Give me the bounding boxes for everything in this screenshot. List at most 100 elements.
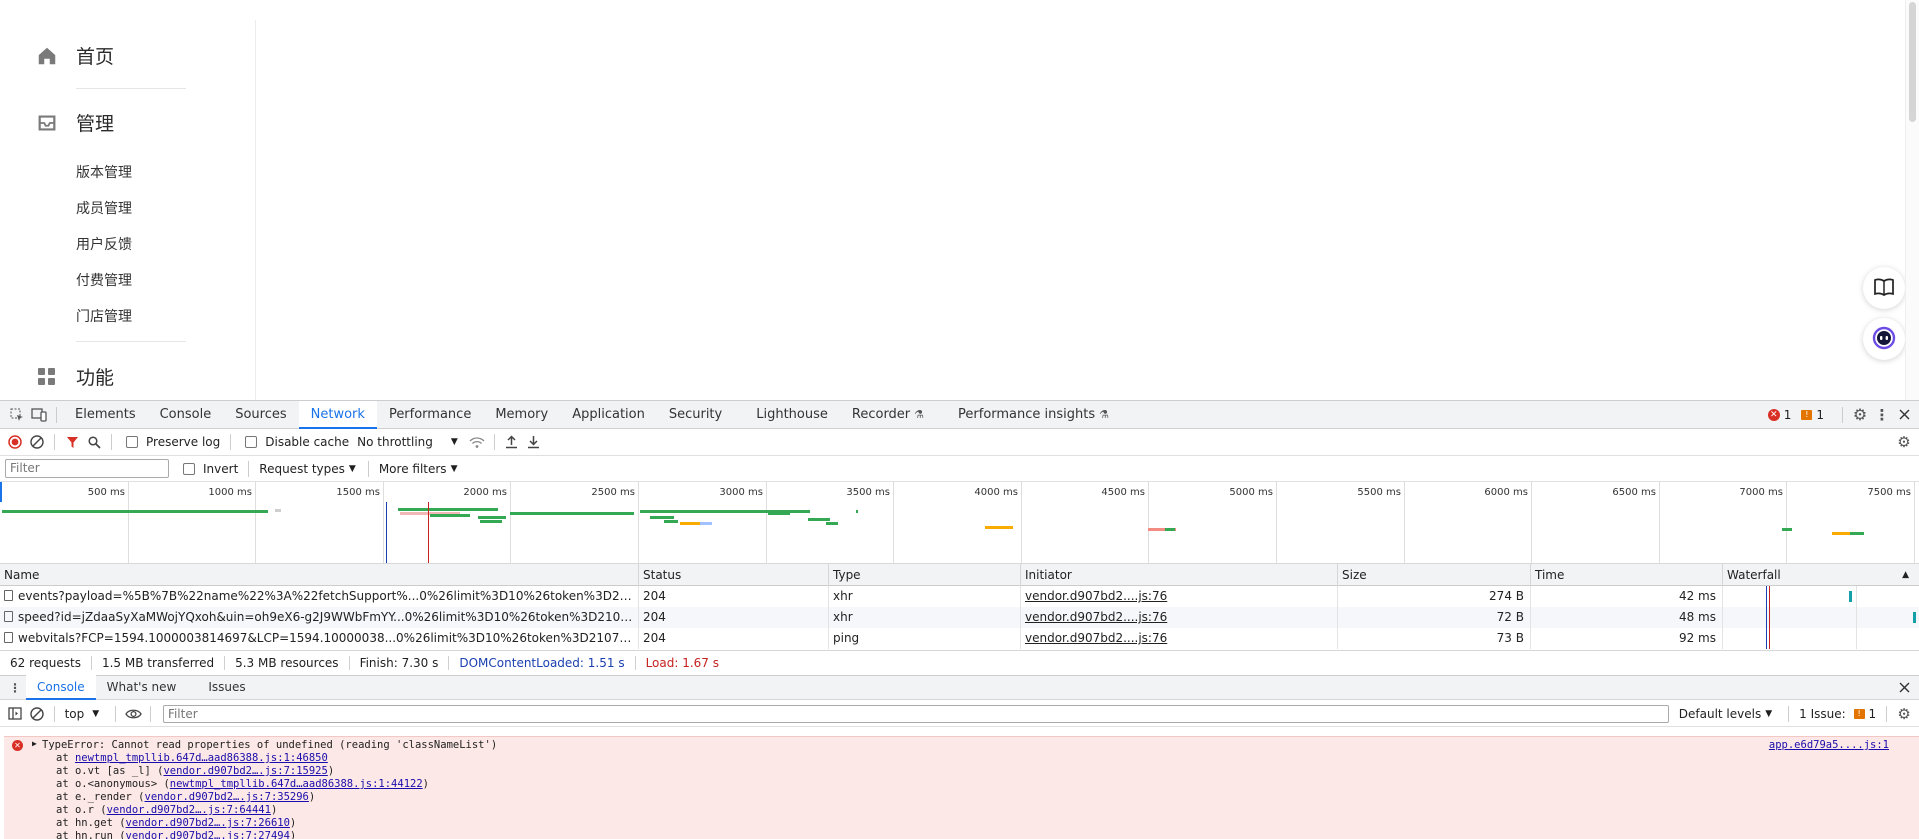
- expand-triangle-icon[interactable]: ▶: [32, 739, 37, 748]
- column-header-size[interactable]: Size: [1338, 564, 1531, 586]
- column-header-name[interactable]: Name: [0, 564, 639, 586]
- nav-item-features[interactable]: 功能: [36, 363, 114, 390]
- network-settings-gear-icon[interactable]: ⚙: [1893, 431, 1915, 453]
- tab-lighthouse[interactable]: Lighthouse: [744, 401, 840, 429]
- request-types-dropdown[interactable]: Request types: [259, 462, 345, 476]
- assistant-button[interactable]: [1863, 318, 1905, 360]
- stack-frame-prefix: at hn.get (: [56, 817, 126, 829]
- eye-icon[interactable]: [122, 703, 144, 725]
- network-filter-input[interactable]: Filter: [5, 459, 169, 478]
- stack-frame-link[interactable]: newtmpl_tmpllib.647d…aad86388.js:1:46850: [75, 752, 328, 764]
- record-stop-icon[interactable]: [4, 431, 26, 453]
- error-source-link[interactable]: app.e6d79a5....js:1: [1769, 739, 1889, 751]
- drawer-menu-icon[interactable]: ⋮: [4, 677, 26, 699]
- gear-icon[interactable]: ⚙: [1849, 404, 1871, 426]
- submenu-item-stores[interactable]: 门店管理: [76, 306, 132, 326]
- console-settings-gear-icon[interactable]: ⚙: [1893, 703, 1915, 725]
- tab-console[interactable]: Console: [148, 401, 224, 429]
- tab-memory[interactable]: Memory: [483, 401, 560, 429]
- stack-frame-link[interactable]: vendor.d907bd2….js:7:35296: [145, 791, 309, 803]
- app-page: 首页 管理 版本管理 成员管理 用户反馈 付费管理 门店管理 功能: [0, 0, 1919, 400]
- stack-frame: at o.r (vendor.d907bd2….js:7:64441): [56, 804, 277, 817]
- stack-frame-link[interactable]: vendor.d907bd2….js:7:64441: [107, 804, 271, 816]
- error-count[interactable]: 1: [1784, 408, 1792, 422]
- issues-count[interactable]: 1: [1869, 707, 1877, 721]
- download-icon[interactable]: [523, 431, 545, 453]
- console-filter-input[interactable]: Filter: [162, 704, 1669, 723]
- log-levels-dropdown[interactable]: Default levels: [1679, 707, 1761, 721]
- page-scrollbar[interactable]: [1905, 0, 1919, 400]
- chevron-down-icon: ▼: [92, 708, 100, 719]
- page-scrollbar-thumb[interactable]: [1909, 2, 1916, 122]
- throttling-select[interactable]: No throttling: [357, 435, 433, 449]
- warning-count[interactable]: 1: [1816, 408, 1824, 422]
- console-error-message[interactable]: ✕ ▶ TypeError: Cannot read properties of…: [4, 736, 1919, 839]
- upload-icon[interactable]: [501, 431, 523, 453]
- stack-frame-link[interactable]: vendor.d907bd2….js:7:27494: [126, 830, 290, 839]
- tab-elements[interactable]: Elements: [63, 401, 148, 429]
- tab-application[interactable]: Application: [560, 401, 657, 429]
- drawer-tab-console[interactable]: Console: [26, 675, 96, 700]
- table-row[interactable]: speed?id=jZdaaSyXaMWojYQxoh&uin=oh9eX6-g…: [0, 607, 1919, 628]
- kebab-menu-icon[interactable]: ⋮: [1871, 404, 1893, 426]
- stack-frame-suffix: ): [308, 791, 316, 803]
- tab-performance[interactable]: Performance: [377, 401, 483, 429]
- submenu-item-feedback[interactable]: 用户反馈: [76, 234, 132, 254]
- invert-checkbox[interactable]: [183, 462, 195, 475]
- timeline-request-bar: [985, 526, 1013, 529]
- network-conditions-icon[interactable]: [466, 431, 488, 453]
- submenu-item-members[interactable]: 成员管理: [76, 198, 132, 218]
- stack-frame-link[interactable]: newtmpl_tmpllib.647d…aad86388.js:1:44122: [170, 778, 423, 790]
- inspect-element-icon[interactable]: [6, 404, 28, 426]
- preserve-log-checkbox[interactable]: [126, 436, 138, 448]
- tab-network[interactable]: Network: [298, 400, 377, 429]
- tab-sources[interactable]: Sources: [223, 401, 298, 429]
- timeline-gridline: [766, 482, 767, 563]
- table-row[interactable]: events?payload=%5B%7B%22name%22%3A%22fet…: [0, 586, 1919, 607]
- context-selector[interactable]: top: [65, 707, 85, 721]
- column-header-initiator[interactable]: Initiator: [1021, 564, 1338, 586]
- filter-funnel-icon[interactable]: [61, 431, 83, 453]
- waterfall-cell: [1723, 628, 1919, 649]
- size-cell: 72 B: [1338, 607, 1531, 628]
- initiator-link[interactable]: vendor.d907bd2....js:76: [1021, 628, 1338, 649]
- divider: [76, 88, 186, 89]
- nav-item-manage[interactable]: 管理: [36, 109, 114, 136]
- table-row[interactable]: webvitals?FCP=1594.1000003814697&LCP=159…: [0, 628, 1919, 649]
- tab-security[interactable]: Security: [657, 401, 734, 429]
- sidebar-toggle-icon[interactable]: [4, 703, 26, 725]
- close-icon[interactable]: [1893, 404, 1915, 426]
- submenu-item-payment[interactable]: 付费管理: [76, 270, 132, 290]
- clear-icon[interactable]: [26, 431, 48, 453]
- initiator-link[interactable]: vendor.d907bd2....js:76: [1021, 607, 1338, 628]
- nav-item-home[interactable]: 首页: [36, 42, 114, 69]
- search-icon[interactable]: [83, 431, 105, 453]
- column-header-waterfall[interactable]: Waterfall ▲: [1723, 564, 1919, 586]
- network-overview-timeline[interactable]: 500 ms 1000 ms 1500 ms 2000 ms 2500 ms 3000 m…: [0, 482, 1919, 564]
- clear-console-icon[interactable]: [26, 703, 48, 725]
- column-header-status[interactable]: Status: [639, 564, 829, 586]
- stack-frame-link[interactable]: vendor.d907bd2….js:7:26610: [126, 817, 290, 829]
- disable-cache-checkbox[interactable]: [245, 436, 258, 448]
- initiator-link[interactable]: vendor.d907bd2....js:76: [1021, 586, 1338, 607]
- timeline-request-bar: [1850, 532, 1864, 535]
- column-header-type[interactable]: Type: [829, 564, 1021, 586]
- type-cell: ping: [829, 628, 1021, 649]
- tab-recorder[interactable]: Recorder: [840, 401, 914, 429]
- dom-content-loaded-time: DOMContentLoaded: 1.51 s: [449, 655, 636, 670]
- device-toggle-icon[interactable]: [28, 404, 50, 426]
- issues-label[interactable]: 1 Issue:: [1799, 707, 1846, 721]
- waterfall-cell: [1723, 607, 1919, 628]
- drawer-close-icon[interactable]: [1893, 677, 1915, 699]
- column-header-time[interactable]: Time: [1531, 564, 1723, 586]
- submenu-item-version[interactable]: 版本管理: [76, 162, 132, 182]
- timeline-tick-label: 1500 ms: [336, 487, 380, 498]
- tab-performance-insights[interactable]: Performance insights: [946, 401, 1099, 429]
- drawer-tab-whats-new[interactable]: What's new: [96, 675, 188, 700]
- docs-button[interactable]: [1863, 267, 1905, 309]
- size-cell: 274 B: [1338, 586, 1531, 607]
- more-filters-dropdown[interactable]: More filters: [379, 462, 447, 476]
- stack-frame-link[interactable]: vendor.d907bd2….js:7:15925: [163, 765, 327, 777]
- drawer-tab-issues[interactable]: Issues: [197, 675, 256, 700]
- timeline-selection-handle[interactable]: [0, 482, 2, 502]
